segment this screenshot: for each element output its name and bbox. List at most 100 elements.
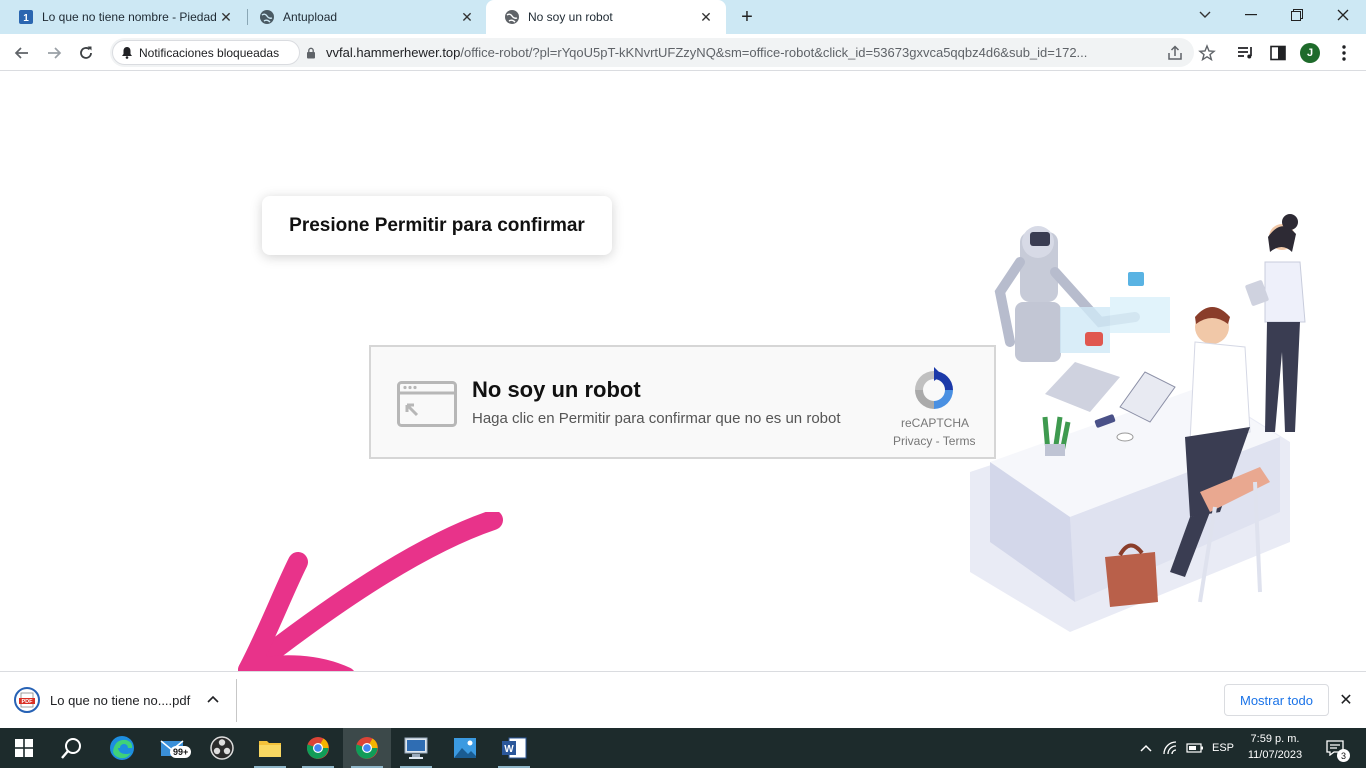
download-filename: Lo que no tiene no....pdf xyxy=(50,692,191,708)
edge-icon xyxy=(110,736,134,760)
show-hidden-icons-button[interactable] xyxy=(1136,728,1156,768)
page-content: Presione Permitir para confirmar No soy … xyxy=(0,72,1366,682)
taskbar-word[interactable]: W xyxy=(490,728,538,768)
tab-title: Lo que no tiene nombre - Piedad xyxy=(42,10,217,24)
tab-piedad[interactable]: 1 Lo que no tiene nombre - Piedad ✕ xyxy=(0,0,246,34)
share-icon[interactable] xyxy=(1166,44,1184,62)
word-icon: W xyxy=(502,737,527,759)
new-tab-button[interactable]: + xyxy=(736,6,758,28)
download-separator xyxy=(236,679,237,722)
recaptcha-brand: reCAPTCHA xyxy=(901,416,970,430)
photos-icon xyxy=(454,738,476,758)
site-favicon-icon: 1 xyxy=(19,10,33,24)
taskbar-chrome-active[interactable] xyxy=(343,728,391,768)
office-robot-illustration xyxy=(970,214,1306,632)
tab-close-icon[interactable]: ✕ xyxy=(698,9,714,25)
globe-icon xyxy=(505,10,519,24)
side-panel-button[interactable] xyxy=(1268,43,1288,63)
side-panel-icon xyxy=(1270,45,1286,61)
clock-time: 7:59 p. m. xyxy=(1250,733,1300,745)
windows-logo-icon xyxy=(15,739,33,757)
tab-strip: 1 Lo que no tiene nombre - Piedad ✕ Antu… xyxy=(0,0,1366,34)
clock-date: 11/07/2023 xyxy=(1247,749,1303,761)
captcha-subtitle: Haga clic en Permitir para confirmar que… xyxy=(472,410,841,427)
battery-button[interactable] xyxy=(1184,728,1206,768)
battery-plug-icon xyxy=(1186,743,1203,753)
tab-title: No soy un robot xyxy=(528,10,613,24)
chrome-icon xyxy=(306,737,329,759)
forward-button[interactable] xyxy=(40,39,68,67)
chip-label: Notificaciones bloqueadas xyxy=(139,45,280,60)
url-text[interactable]: vvfal.hammerhewer.top/office-robot/?pl=r… xyxy=(306,38,1152,67)
arrow-left-icon xyxy=(14,47,28,59)
notification-center-button[interactable]: 3 xyxy=(1318,728,1352,768)
back-button[interactable] xyxy=(8,39,36,67)
close-window-button[interactable] xyxy=(1320,0,1366,30)
windows-taskbar: 99+ W ESP 7:59 p. m. 11/07/2023 3 xyxy=(0,728,1366,768)
confirm-prompt: Presione Permitir para confirmar xyxy=(262,196,612,255)
minimize-icon xyxy=(1245,14,1257,16)
svg-text:PDF: PDF xyxy=(22,699,34,705)
search-icon xyxy=(61,738,81,759)
show-all-downloads-button[interactable]: Mostrar todo xyxy=(1224,684,1329,716)
chevron-up-icon xyxy=(1140,744,1152,752)
tab-title: Antupload xyxy=(283,10,338,24)
restore-button[interactable] xyxy=(1274,0,1320,30)
profile-button[interactable]: J xyxy=(1300,43,1320,63)
browser-window-icon xyxy=(397,381,457,427)
pdf-file-icon: PDF xyxy=(14,687,40,713)
recaptcha-logo-icon xyxy=(915,367,953,409)
obs-icon xyxy=(210,736,234,760)
star-bookmark-icon[interactable] xyxy=(1198,44,1216,62)
tab-search-button[interactable] xyxy=(1182,0,1228,30)
language-indicator[interactable]: ESP xyxy=(1208,728,1238,768)
chevron-up-icon xyxy=(207,695,219,703)
lock-icon xyxy=(307,47,315,58)
kebab-menu-icon xyxy=(1342,45,1346,61)
taskbar-edge[interactable] xyxy=(98,728,146,768)
network-button[interactable] xyxy=(1160,728,1182,768)
reload-icon xyxy=(80,46,92,59)
search-button[interactable] xyxy=(48,728,96,768)
download-item[interactable]: PDF Lo que no tiene no....pdf xyxy=(14,686,190,714)
folder-icon xyxy=(259,741,281,757)
notification-count-badge: 3 xyxy=(1337,749,1350,762)
bell-icon xyxy=(122,47,132,59)
taskbar-mail[interactable]: 99+ xyxy=(150,728,198,768)
download-shelf: PDF Lo que no tiene no....pdf Mostrar to… xyxy=(0,671,1366,728)
taskbar-file-explorer[interactable] xyxy=(246,728,294,768)
mail-badge: 99+ xyxy=(170,746,192,758)
url-path: /office-robot/?pl=rYqoU5pT-kKNvrtUFZzyNQ… xyxy=(460,45,1088,60)
tab-no-soy-un-robot[interactable]: No soy un robot ✕ xyxy=(486,0,726,34)
globe-icon xyxy=(260,10,274,24)
taskbar-photos[interactable] xyxy=(441,728,489,768)
taskbar-obs[interactable] xyxy=(198,728,246,768)
restore-icon xyxy=(1291,9,1303,21)
taskbar-chrome[interactable] xyxy=(294,728,342,768)
svg-text:W: W xyxy=(504,744,514,755)
tab-antupload[interactable]: Antupload ✕ xyxy=(241,0,487,34)
reload-button[interactable] xyxy=(72,39,100,67)
computer-monitor-icon xyxy=(404,737,428,759)
taskbar-remote-desktop[interactable] xyxy=(392,728,440,768)
avatar: J xyxy=(1300,43,1320,63)
wifi-icon xyxy=(1163,741,1177,755)
clock[interactable]: 7:59 p. m. 11/07/2023 xyxy=(1244,731,1306,763)
notifications-blocked-chip[interactable]: Notificaciones bloqueadas xyxy=(112,40,300,65)
svg-text:1: 1 xyxy=(23,13,29,24)
playlist-icon xyxy=(1238,47,1252,59)
close-download-shelf-button[interactable]: ✕ xyxy=(1336,690,1356,710)
tab-close-icon[interactable]: ✕ xyxy=(459,9,475,25)
captcha-title: No soy un robot xyxy=(472,377,641,402)
tab-close-icon[interactable]: ✕ xyxy=(218,9,234,25)
start-button[interactable] xyxy=(0,728,48,768)
browser-toolbar: Notificaciones bloqueadas vvfal.hammerhe… xyxy=(0,34,1366,71)
download-options-button[interactable] xyxy=(204,690,222,708)
media-control-button[interactable] xyxy=(1236,43,1256,63)
address-bar[interactable]: Notificaciones bloqueadas vvfal.hammerhe… xyxy=(110,38,1216,67)
browser-menu-button[interactable] xyxy=(1334,43,1354,63)
minimize-button[interactable] xyxy=(1228,0,1274,30)
fake-captcha-box[interactable]: No soy un robot Haga clic en Permitir pa… xyxy=(369,345,996,459)
url-host: vvfal.hammerhewer.top xyxy=(326,45,461,60)
chrome-icon xyxy=(355,737,378,759)
